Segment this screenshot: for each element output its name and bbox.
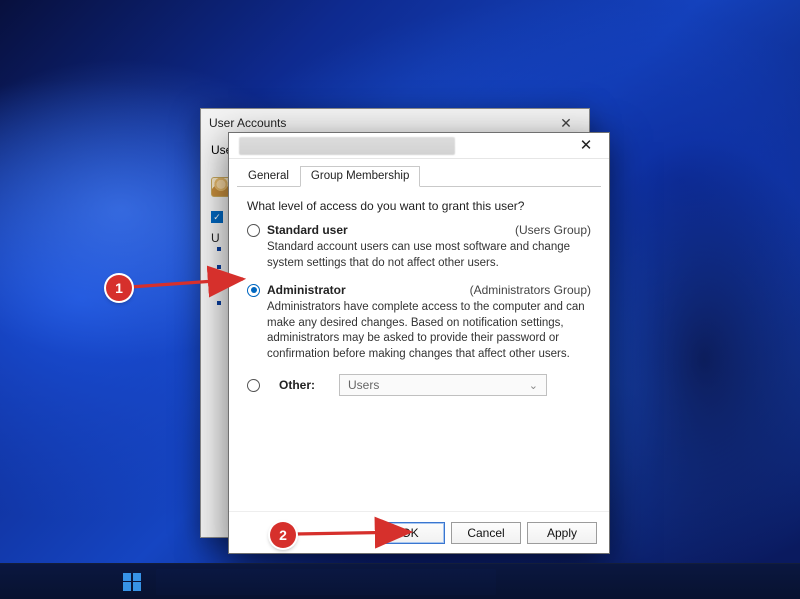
other-selected-value: Users — [348, 378, 379, 392]
tab-strip: General Group Membership — [237, 165, 601, 187]
close-icon[interactable]: ✕ — [569, 135, 603, 157]
user-accounts-title: User Accounts — [209, 116, 286, 130]
close-icon[interactable]: ✕ — [551, 115, 581, 132]
option-other[interactable]: Other: Users ⌄ — [247, 374, 591, 396]
start-button[interactable] — [114, 568, 150, 596]
apply-button[interactable]: Apply — [527, 522, 597, 544]
admin-desc: Administrators have complete access to t… — [267, 300, 587, 362]
group-membership-dialog: ✕ General Group Membership What level of… — [228, 132, 610, 554]
standard-group: (Users Group) — [515, 223, 591, 237]
admin-label: Administrator — [267, 283, 470, 297]
standard-label: Standard user — [267, 223, 515, 237]
admin-group: (Administrators Group) — [470, 283, 591, 297]
chevron-down-icon: ⌄ — [529, 379, 538, 392]
taskbar-apps-area[interactable] — [156, 569, 496, 595]
annotation-badge-2: 2 — [270, 522, 296, 548]
taskbar[interactable] — [0, 563, 800, 599]
radio-other[interactable] — [247, 379, 260, 392]
standard-desc: Standard account users can use most soft… — [267, 240, 587, 271]
cancel-button[interactable]: Cancel — [451, 522, 521, 544]
annotation-badge-1: 1 — [106, 275, 132, 301]
access-level-prompt: What level of access do you want to gran… — [247, 199, 591, 213]
radio-standard[interactable] — [247, 224, 260, 237]
tab-general[interactable]: General — [237, 166, 300, 187]
radio-administrator[interactable] — [247, 284, 260, 297]
ok-button[interactable]: OK — [375, 522, 445, 544]
other-group-select[interactable]: Users ⌄ — [339, 374, 547, 396]
other-label: Other: — [279, 378, 327, 392]
checkbox-icon[interactable]: ✓ — [211, 211, 223, 223]
option-administrator[interactable]: Administrator (Administrators Group) Adm… — [247, 283, 591, 362]
option-standard-user[interactable]: Standard user (Users Group) Standard acc… — [247, 223, 591, 271]
tab-group-membership[interactable]: Group Membership — [300, 166, 420, 187]
dialog-title-redacted — [239, 137, 455, 155]
windows-logo-icon — [123, 573, 141, 591]
